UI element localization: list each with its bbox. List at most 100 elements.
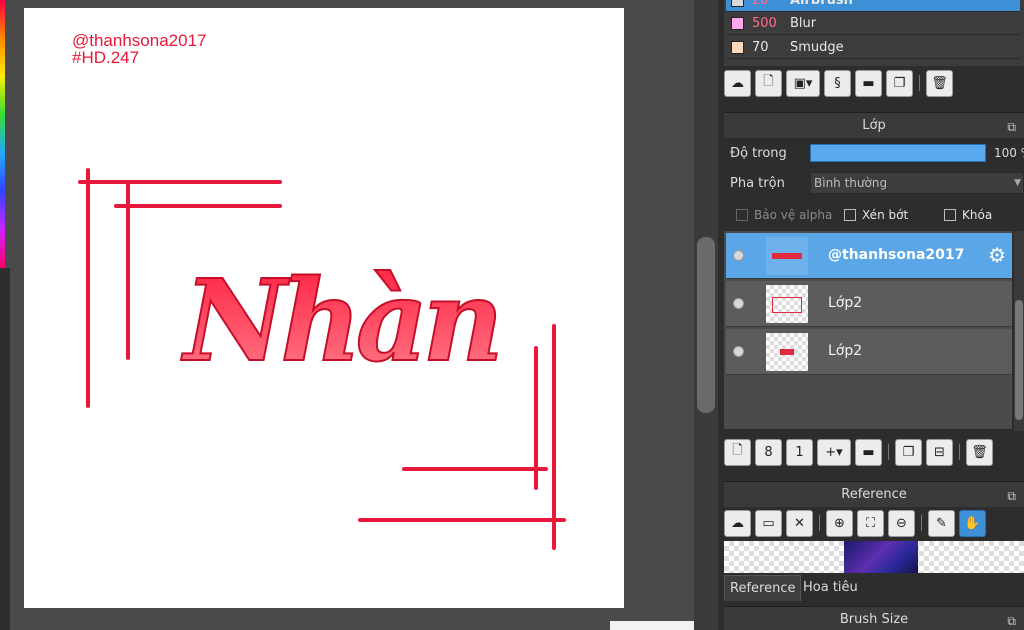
chevron-down-icon: ▼ xyxy=(1014,178,1021,188)
popout-icon[interactable]: ⧉ xyxy=(1007,608,1016,630)
reference-tabs: Reference Hoa tiêu xyxy=(724,575,1024,601)
new-layer-icon[interactable]: 🗋 xyxy=(724,438,751,466)
opacity-label: Độ trong xyxy=(730,146,787,161)
hand-icon[interactable]: ✋ xyxy=(959,509,986,537)
hue-strip[interactable] xyxy=(0,0,5,268)
brush-name: Smudge xyxy=(790,40,844,55)
tab-navigator[interactable]: Hoa tiêu xyxy=(798,575,863,601)
layer-thumbnail xyxy=(766,333,808,371)
clipping-label: Xén bớt xyxy=(862,208,909,222)
thumbnail-mark xyxy=(772,297,802,313)
fit-icon[interactable]: ⛶ xyxy=(857,509,884,537)
canvas-scrollbar-thumb[interactable] xyxy=(697,237,715,413)
layer-toolbar: 🗋 8 1 +▾ ▬ ❐ ⊟ 🗑 xyxy=(724,436,993,468)
new-file-icon[interactable]: 🗋 xyxy=(755,69,782,97)
checkbox-box xyxy=(736,209,748,221)
brush-color-swatch xyxy=(731,0,744,7)
left-panel-edge xyxy=(0,268,10,630)
thumbnail-mark xyxy=(772,253,802,259)
layer-panel-title: Lớp xyxy=(862,118,886,133)
protect-alpha-checkbox[interactable]: Bảo vệ alpha xyxy=(736,208,832,222)
layer-item[interactable]: Lớp2 xyxy=(726,329,1012,375)
brush-size-title: Brush Size xyxy=(839,612,909,627)
open-folder-icon[interactable]: ▭ xyxy=(755,509,782,537)
right-panel: 20 Airbrush ⚙ 500 Blur 70 Smudge ☁ 🗋 ▣▾ … xyxy=(718,0,1024,630)
zoom-out-icon[interactable]: ⊖ xyxy=(888,509,915,537)
reference-image xyxy=(844,541,918,573)
brush-size-value: 70 xyxy=(752,40,769,55)
delete-icon[interactable]: 🗑 xyxy=(926,69,953,97)
layer-8bit-icon[interactable]: 8 xyxy=(755,438,782,466)
artwork-title: Nhàn xyxy=(181,256,498,387)
watermark-line2: #HD.247 xyxy=(72,48,139,67)
eyedropper-icon[interactable]: ✎ xyxy=(928,509,955,537)
folder-icon[interactable]: ▬ xyxy=(855,438,882,466)
brush-name: Airbrush xyxy=(790,0,853,8)
artwork: @thanhsona2017 #HD.247 Nhàn xyxy=(72,31,566,550)
brush-item-blur[interactable]: 500 Blur xyxy=(726,13,1020,35)
lock-checkbox[interactable]: Khóa xyxy=(944,208,992,222)
gear-icon[interactable]: ⚙ xyxy=(988,243,1006,267)
toolbar-separator xyxy=(888,444,889,460)
brush-color-swatch xyxy=(731,17,744,30)
popout-icon[interactable]: ⧉ xyxy=(1007,114,1016,140)
layer-name: @thanhsona2017 xyxy=(828,247,965,263)
layer-panel-header: Lớp ⧉ xyxy=(724,112,1024,138)
canvas-area[interactable]: @thanhsona2017 #HD.247 Nhàn xyxy=(10,0,694,630)
close-icon[interactable]: ✕ xyxy=(786,509,813,537)
toolbar-separator xyxy=(819,515,820,531)
layer-name: Lớp2 xyxy=(828,295,863,311)
brush-toolbar: ☁ 🗋 ▣▾ § ▬ ❐ 🗑 xyxy=(724,67,953,99)
layer-list-scrollbar-thumb[interactable] xyxy=(1015,300,1023,420)
layer-thumbnail xyxy=(766,237,808,275)
layer-name: Lớp2 xyxy=(828,343,863,359)
script-icon[interactable]: § xyxy=(824,69,851,97)
toolbar-separator xyxy=(959,444,960,460)
duplicate-icon[interactable]: ❐ xyxy=(895,438,922,466)
lock-label: Khóa xyxy=(962,208,993,222)
layer-item[interactable]: @thanhsona2017 ⚙ xyxy=(726,233,1012,279)
blend-mode-select[interactable]: Bình thường ▼ xyxy=(810,172,1024,194)
gear-icon[interactable]: ⚙ xyxy=(1001,0,1014,2)
toolbar-separator xyxy=(921,515,922,531)
tab-reference[interactable]: Reference xyxy=(724,575,802,601)
layer-1bit-icon[interactable]: 1 xyxy=(786,438,813,466)
layer-thumbnail xyxy=(766,285,808,323)
reference-panel-header: Reference ⧉ xyxy=(724,481,1024,507)
delete-icon[interactable]: 🗑 xyxy=(966,438,993,466)
clipping-checkbox[interactable]: Xén bớt xyxy=(844,208,908,222)
canvas-paper[interactable]: @thanhsona2017 #HD.247 Nhàn xyxy=(24,8,624,608)
blend-mode-value: Bình thường xyxy=(814,176,888,190)
brush-size-panel-header: Brush Size ⧉ xyxy=(724,606,1024,630)
thumbnail-mark xyxy=(780,349,794,355)
brush-item-airbrush[interactable]: 20 Airbrush ⚙ xyxy=(726,0,1020,12)
duplicate-icon[interactable]: ❐ xyxy=(886,69,913,97)
visibility-icon[interactable] xyxy=(733,250,744,261)
checkbox-box xyxy=(944,209,956,221)
reference-image-view[interactable] xyxy=(724,541,1024,573)
merge-icon[interactable]: ⊟ xyxy=(926,438,953,466)
toolbar-separator xyxy=(919,75,920,91)
popout-icon[interactable]: ⧉ xyxy=(1007,483,1016,509)
folder-icon[interactable]: ▬ xyxy=(855,69,882,97)
brush-dropdown-icon[interactable]: ▣▾ xyxy=(786,69,820,97)
brush-size-value: 20 xyxy=(752,0,769,8)
brush-item-smudge[interactable]: 70 Smudge xyxy=(726,37,1020,59)
zoom-in-icon[interactable]: ⊕ xyxy=(826,509,853,537)
layer-item[interactable]: Lớp2 xyxy=(726,281,1012,327)
brush-list: 20 Airbrush ⚙ 500 Blur 70 Smudge xyxy=(724,0,1024,66)
protect-alpha-label: Bảo vệ alpha xyxy=(754,208,833,222)
visibility-icon[interactable] xyxy=(733,298,744,309)
layer-list: @thanhsona2017 ⚙ Lớp2 Lớp2 xyxy=(724,231,1012,429)
reference-toolbar: ☁ ▭ ✕ ⊕ ⛶ ⊖ ✎ ✋ xyxy=(724,507,986,539)
reference-panel-title: Reference xyxy=(841,487,907,502)
brush-name: Blur xyxy=(790,16,817,31)
add-layer-dropdown-icon[interactable]: +▾ xyxy=(817,438,851,466)
blend-label: Pha trộn xyxy=(730,176,785,191)
brush-color-swatch xyxy=(731,41,744,54)
opacity-slider[interactable] xyxy=(810,144,986,162)
cloud-download-icon[interactable]: ☁ xyxy=(724,69,751,97)
cloud-download-icon[interactable]: ☁ xyxy=(724,509,751,537)
medibang-window: @thanhsona2017 #HD.247 Nhàn 20 Airbrush … xyxy=(0,0,1024,630)
visibility-icon[interactable] xyxy=(733,346,744,357)
